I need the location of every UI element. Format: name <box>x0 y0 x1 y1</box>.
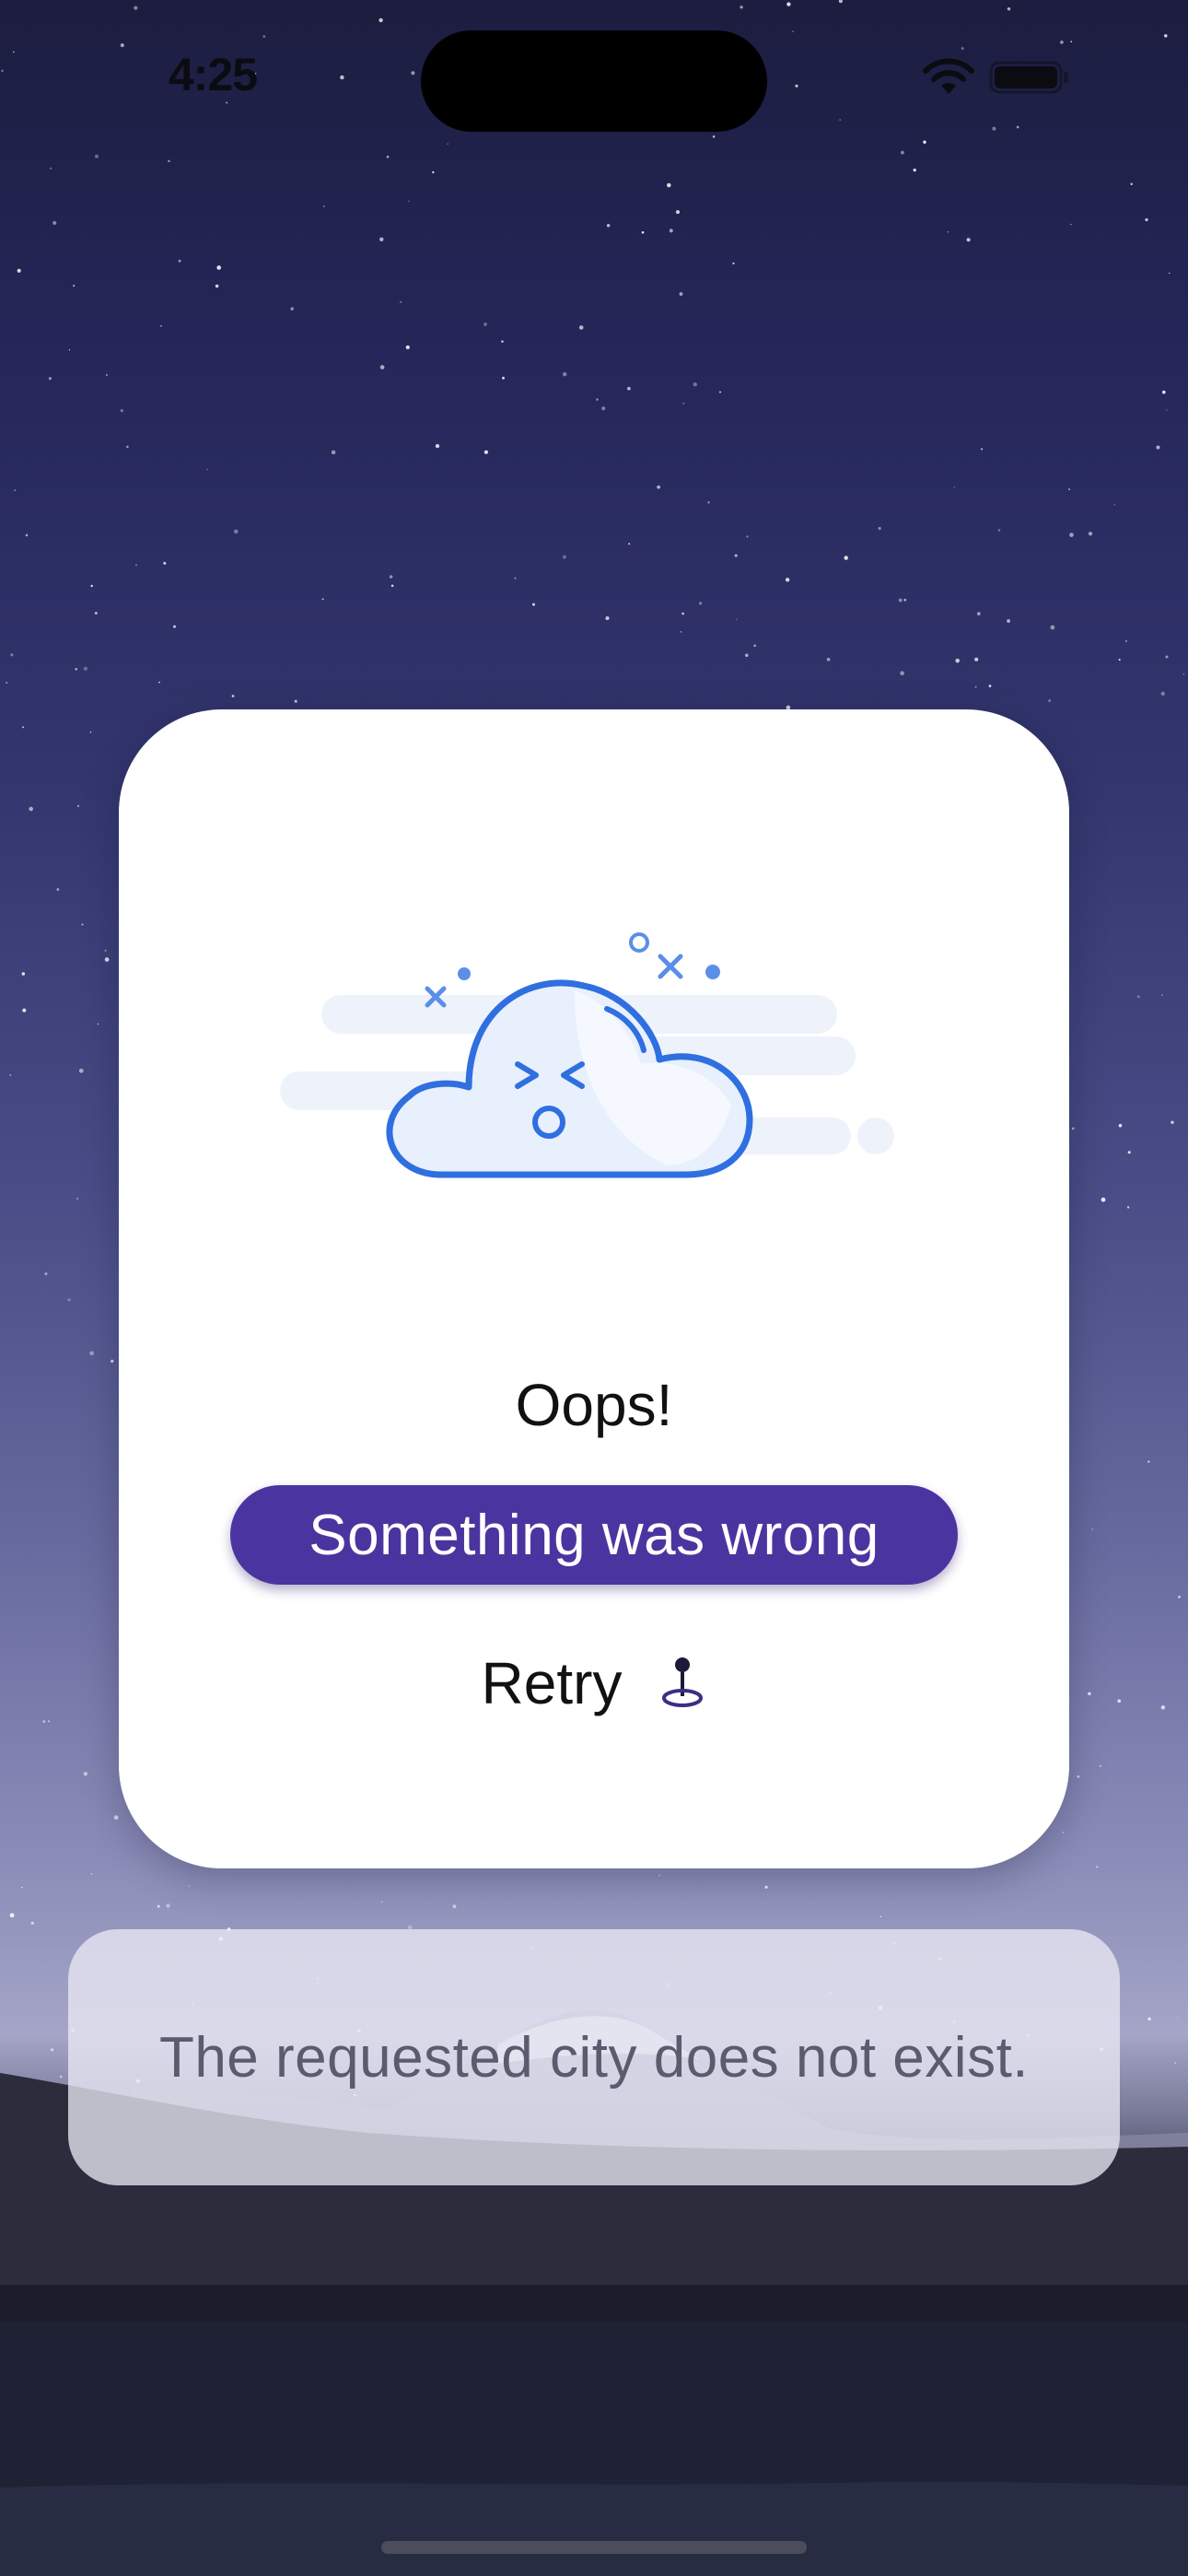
error-subtitle-badge: Something was wrong <box>230 1485 958 1585</box>
error-subtitle: Something was wrong <box>309 1503 879 1567</box>
error-message: The requested city does not exist. <box>158 2025 1030 2090</box>
error-message-panel: The requested city does not exist. <box>68 1929 1120 2185</box>
error-card: Oops! Something was wrong Retry <box>119 709 1069 1868</box>
status-time: 4:25 <box>169 49 258 100</box>
wifi-icon <box>921 57 976 102</box>
retry-label: Retry <box>481 1650 623 1716</box>
home-indicator <box>381 2541 807 2554</box>
battery-icon <box>989 57 1070 102</box>
status-icons <box>921 57 1070 102</box>
error-title: Oops! <box>515 1372 673 1438</box>
location-pin-icon <box>658 1654 706 1714</box>
sad-cloud-icon <box>280 932 894 1178</box>
retry-button[interactable]: Retry <box>119 1649 1069 1717</box>
dynamic-island <box>421 30 767 132</box>
